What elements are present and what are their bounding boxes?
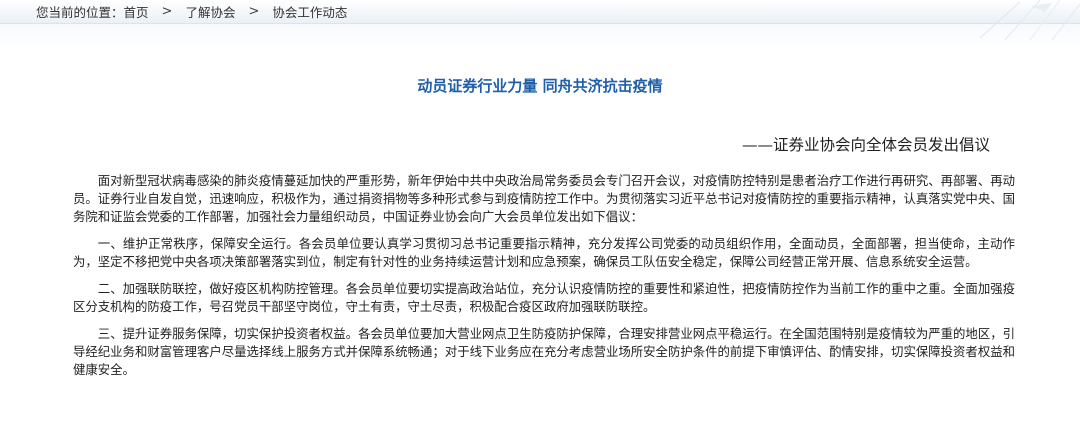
breadcrumb-current: 协会工作动态 xyxy=(272,5,348,20)
article-paragraph: 二、加强联防联控，做好疫区机构防控管理。各会员单位要切实提高政治站位，充分认识疫… xyxy=(73,281,1015,314)
breadcrumb-separator-icon: > xyxy=(248,4,260,19)
article-paragraph: 面对新型冠状病毒感染的肺炎疫情蔓延加快的严重形势，新年伊始中共中央政治局常务委员… xyxy=(73,173,1015,224)
breadcrumb: 您当前的位置： 首页 > 了解协会 > 协会工作动态 xyxy=(0,0,1080,24)
breadcrumb-home-link[interactable]: 首页 xyxy=(124,2,149,21)
page: 您当前的位置： 首页 > 了解协会 > 协会工作动态 动员证券行业力量 同舟共济… xyxy=(0,0,1080,443)
article-title: 动员证券行业力量 同舟共济抗击疫情 xyxy=(417,77,663,95)
article-body: 面对新型冠状病毒感染的肺炎疫情蔓延加快的严重形势，新年伊始中共中央政治局常务委员… xyxy=(73,172,1015,388)
breadcrumb-separator-icon: > xyxy=(161,4,173,19)
breadcrumb-prefix: 您当前的位置： xyxy=(36,5,124,20)
article-paragraph: 一、维护正常秩序，保障安全运行。各会员单位要认真学习贯彻习总书记重要指示精神，充… xyxy=(73,236,1015,269)
article-paragraph: 三、提升证券服务保障，切实保护投资者权益。各会员单位要加大营业网点卫生防疫防护保… xyxy=(73,326,1015,377)
article-subtitle: ——证券业协会向全体会员发出倡议 xyxy=(741,136,990,154)
breadcrumb-section-link[interactable]: 了解协会 xyxy=(185,2,235,21)
